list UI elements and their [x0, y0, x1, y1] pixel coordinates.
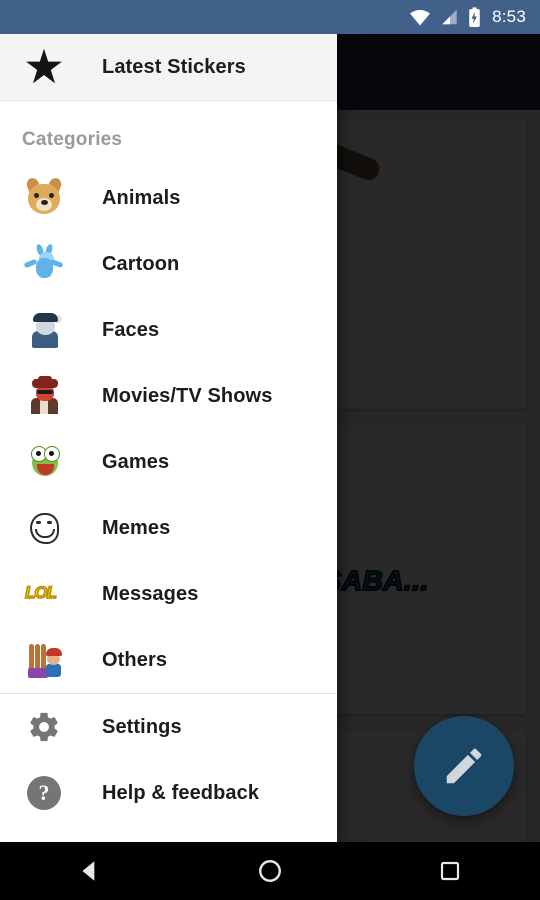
drawer-item-memes[interactable]: Memes — [0, 495, 337, 561]
drawer-item-animals[interactable]: Animals — [0, 165, 337, 231]
recents-button[interactable] — [390, 842, 510, 900]
drawer-item-movies-tv-shows[interactable]: Movies/TV Shows — [0, 363, 337, 429]
star-icon — [22, 45, 66, 89]
drawer-section-header: Categories — [22, 129, 123, 150]
status-bar: 8:53 — [0, 0, 540, 34]
drawer-item-label: Messages — [102, 582, 199, 605]
status-bar-clock: 8:53 — [492, 7, 526, 26]
drawer-item-label: Games — [102, 450, 170, 473]
drawer-item-settings[interactable]: Settings — [0, 694, 337, 760]
heisenberg-icon — [22, 374, 66, 418]
cellular-signal-icon — [440, 8, 459, 26]
drawer-item-label: Faces — [102, 318, 160, 341]
back-button[interactable] — [30, 842, 150, 900]
drawer-item-messages[interactable]: LOL Messages — [0, 561, 337, 627]
drawer-item-others[interactable]: Others — [0, 627, 337, 693]
drawer-item-label: Help & feedback — [102, 781, 260, 804]
gear-icon — [22, 705, 66, 749]
cartoon-rabbit-icon — [22, 242, 66, 286]
drawer-item-label: Movies/TV Shows — [102, 384, 273, 407]
phone-screen: O GRACIAS ...owner Dinos STO CONMIGO NO … — [0, 0, 540, 900]
home-button[interactable] — [210, 842, 330, 900]
edit-fab-button[interactable] — [414, 716, 514, 816]
help-circle-icon: ? — [22, 771, 66, 815]
barcelona-figure-icon — [22, 638, 66, 682]
drawer-item-label: Latest Stickers — [102, 55, 246, 78]
recents-square-icon — [440, 861, 460, 881]
drawer-item-label: Others — [102, 648, 168, 671]
drawer-item-faces[interactable]: Faces — [0, 297, 337, 363]
om-nom-game-icon — [22, 440, 66, 484]
pencil-edit-icon — [446, 748, 482, 784]
doge-sticker-icon — [22, 176, 66, 220]
drawer-item-label: Settings — [102, 715, 182, 738]
drawer-item-label: Cartoon — [102, 252, 180, 275]
wifi-icon — [409, 8, 431, 26]
home-circle-icon — [259, 860, 281, 882]
drawer-item-cartoon[interactable]: Cartoon — [0, 231, 337, 297]
drawer-item-label: Animals — [102, 186, 181, 209]
smoking-man-face-icon — [22, 308, 66, 352]
drawer-item-games[interactable]: Games — [0, 429, 337, 495]
drawer-item-help-feedback[interactable]: ? Help & feedback — [0, 760, 337, 826]
lol-text-icon: LOL — [24, 582, 58, 603]
android-navigation-bar — [0, 842, 540, 900]
battery-charging-icon — [468, 6, 481, 28]
back-triangle-icon — [82, 861, 95, 881]
navigation-drawer: Latest Stickers Categories Animals Carto… — [0, 34, 337, 842]
drawer-item-label: Memes — [102, 516, 171, 539]
troll-face-icon — [22, 506, 66, 550]
drawer-item-latest-stickers[interactable]: Latest Stickers — [0, 34, 337, 100]
